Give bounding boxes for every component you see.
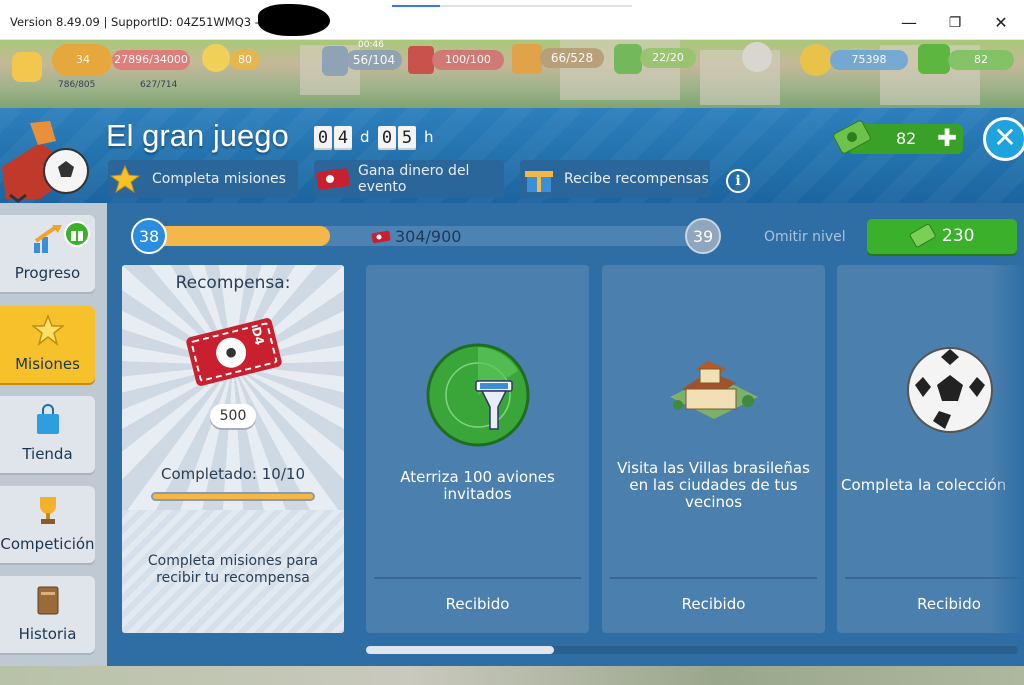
hud-storage: 66/528 xyxy=(540,48,604,68)
countdown-hours-digit: 5 xyxy=(398,126,416,150)
scroll-fade xyxy=(990,265,1024,633)
hud-stars: 80 xyxy=(230,50,260,70)
tab-label: Recibe recompensas xyxy=(564,171,709,187)
mission-text: Visita las Villas brasileñas en las ciud… xyxy=(617,459,810,511)
coins-icon xyxy=(800,44,832,76)
tab-label: Gana dinero del evento xyxy=(358,163,470,195)
hud-seats: 22/20 xyxy=(640,48,696,68)
missions-scrollbar[interactable] xyxy=(366,646,1018,654)
reward-completed: Completado: 10/10 xyxy=(160,465,305,483)
sidebar-item-label: Competición xyxy=(0,535,95,553)
star-icon xyxy=(32,314,64,346)
countdown-days-digit: 0 xyxy=(314,126,332,150)
add-cash-button[interactable]: ✚ xyxy=(937,124,957,152)
hud-fuel: 56/104 xyxy=(346,50,402,70)
hud-coins: 75398 xyxy=(830,50,908,70)
game-hud: 34 27896/34000 80 786/805 627/714 00:46 … xyxy=(0,40,1024,108)
mission-status: Recibido xyxy=(681,595,746,613)
gift-icon xyxy=(525,171,553,192)
cargo-icon xyxy=(408,46,434,74)
reward-description: Completa misiones para recibir tu recomp… xyxy=(147,553,319,586)
fuel-icon xyxy=(322,46,348,76)
storage-icon xyxy=(512,44,542,74)
reward-amount: 500 xyxy=(210,404,256,428)
book-icon xyxy=(37,586,59,615)
reward-title: Recompensa: xyxy=(175,273,291,293)
reward-progress-bar xyxy=(151,492,315,501)
next-level-badge: 39 xyxy=(685,218,721,254)
hud-population: 786/805 xyxy=(58,80,96,90)
tab-indicator xyxy=(392,5,632,7)
countdown-days-unit: d xyxy=(360,128,370,146)
star-icon xyxy=(202,44,230,72)
skip-level-label: Omitir nivel xyxy=(764,229,846,245)
sidebar-item-label: Progreso xyxy=(14,264,81,282)
hud-energy: 627/714 xyxy=(140,80,178,90)
mission-card[interactable]: Visita las Villas brasileñas en las ciud… xyxy=(602,265,825,633)
sidebar-item-progress[interactable]: Progreso xyxy=(0,215,95,292)
maximize-button[interactable]: ❐ xyxy=(932,8,978,38)
hud-timer: 00:46 xyxy=(358,40,384,50)
crown-icon[interactable] xyxy=(742,42,772,72)
sidebar-item-missions[interactable]: Misiones xyxy=(0,306,95,383)
cash-icon xyxy=(918,44,950,74)
countdown-hours-digit: 0 xyxy=(378,126,396,150)
reward-progress-fill xyxy=(153,494,313,499)
sidebar-item-competition[interactable]: Competición xyxy=(0,486,95,563)
event-cash-amount: 82 xyxy=(896,129,917,148)
trophy-icon xyxy=(40,497,56,524)
missions-scrollbar-thumb[interactable] xyxy=(366,646,554,654)
skip-level-button[interactable]: 230 xyxy=(867,219,1017,254)
seats-icon xyxy=(614,44,642,74)
ticket-icon xyxy=(371,230,391,244)
sidebar-item-label: Tienda xyxy=(22,445,73,463)
sidebar-item-label: Historia xyxy=(18,625,77,643)
cash-bills-icon xyxy=(833,120,871,154)
event-title: El gran juego xyxy=(106,118,289,153)
sidebar-item-label: Misiones xyxy=(15,355,80,373)
reward-card: Recompensa: D4 500 Completado: 10/10 Com… xyxy=(122,265,344,633)
game-background-strip xyxy=(0,666,1024,685)
soccer-boot-logo-icon xyxy=(2,121,89,203)
ticket-icon xyxy=(316,168,350,190)
hud-level: 34 xyxy=(76,53,90,66)
mission-status: Recibido xyxy=(445,595,510,613)
mission-text: Aterriza 100 aviones invitados xyxy=(400,468,555,503)
mission-card[interactable]: Aterriza 100 aviones invitados Recibido xyxy=(366,265,589,633)
radar-tower-icon xyxy=(426,343,530,447)
skip-level-cost: 230 xyxy=(942,226,975,246)
tab-earn-event-money[interactable]: Gana dinero del evento xyxy=(314,160,504,198)
close-window-button[interactable]: ✕ xyxy=(978,8,1024,38)
window-titlebar: Version 8.49.09 | SupportID: 04Z51WMQ3 -… xyxy=(0,0,1024,40)
tab-complete-missions[interactable]: Completa misiones xyxy=(108,160,298,198)
shopping-bag-icon xyxy=(37,404,59,434)
gift-badge-icon xyxy=(64,221,90,247)
tab-label: Completa misiones xyxy=(152,171,286,187)
current-level-badge: 38 xyxy=(131,218,167,254)
window-title: Version 8.49.09 | SupportID: 04Z51WMQ3 -… xyxy=(10,15,274,29)
chat-icon[interactable] xyxy=(12,52,42,82)
progress-points: 304/900 xyxy=(395,227,462,246)
sidebar-item-history[interactable]: Historia xyxy=(0,576,95,653)
villa-building-icon xyxy=(670,361,758,419)
info-button[interactable]: i xyxy=(726,169,750,193)
hud-cash: 82 xyxy=(948,50,1014,70)
sidebar-item-shop[interactable]: Tienda xyxy=(0,396,95,473)
hud-xp: 27896/34000 xyxy=(112,50,190,70)
minimize-button[interactable]: — xyxy=(886,8,932,38)
countdown-days-digit: 4 xyxy=(334,126,352,150)
soccer-ball-icon xyxy=(907,347,993,433)
hud-cargo: 100/100 xyxy=(432,50,504,70)
close-panel-button[interactable]: ✕ xyxy=(983,117,1024,161)
star-icon xyxy=(110,164,140,194)
tab-receive-rewards[interactable]: Recibe recompensas xyxy=(520,160,710,198)
redaction-blot xyxy=(258,4,330,36)
countdown-hours-unit: h xyxy=(424,128,434,146)
progress-chart-icon xyxy=(34,225,62,253)
cash-bills-icon xyxy=(909,223,936,248)
